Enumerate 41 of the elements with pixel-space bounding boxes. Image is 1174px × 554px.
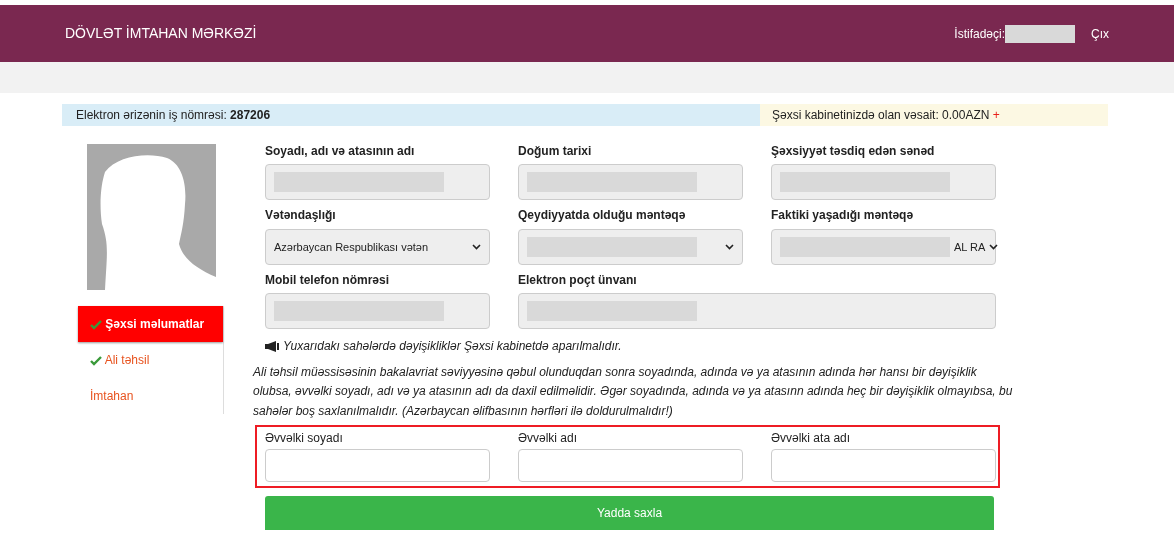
field-label: Soyadı, adı və atasının adı <box>265 144 416 159</box>
balance-text: Şəxsi kabinetinizdə olan vəsait: 0.00AZN <box>772 108 990 122</box>
select-field[interactable] <box>518 228 743 265</box>
sidebar-item[interactable]: Ali təhsil <box>78 342 223 378</box>
check-icon <box>90 355 102 366</box>
save-button[interactable]: Yadda saxla <box>265 496 994 531</box>
user-label: İstifadəçi: <box>954 25 1005 43</box>
input-field[interactable] <box>518 449 743 483</box>
check-icon <box>90 319 102 330</box>
field-label: Qeydiyyatda olduğu məntəqə <box>518 208 687 223</box>
instructions-text: Ali təhsil müəssisəsinin bakalavriat səviyyəsinə qəbul olunduqdan sonra soyadında, adında və ya atasının adında hər hansı bir dəyişiklik olubsa, əvvəlki soyadı, adı və ya atasının adı da daxil edilməlidir. Əgər soyadında, adında və ya atasınn adında heç bir dəyişiklik olmayıbsa, bu sahələr boş saxlanılmalıdır. (Azərbaycan əlifbasının hərfləri ilə doldurulmalıdır!) <box>253 364 1013 420</box>
application-number: 287206 <box>230 108 271 122</box>
field-label: Şəxsiyyət təsdiq edən sənəd <box>771 144 936 159</box>
sidebar-item[interactable]: İmtahan <box>78 378 223 414</box>
input-field[interactable] <box>518 164 743 201</box>
logout-link[interactable]: Çıx <box>1091 24 1109 43</box>
megaphone-icon <box>265 340 279 352</box>
field-label: Mobil telefon nömrəsi <box>265 272 390 288</box>
caret-icon <box>472 243 481 250</box>
select-field[interactable]: AL RA <box>771 228 996 265</box>
application-number-label: Elektron ərizənin iş nömrəsi: <box>76 108 227 122</box>
input-field[interactable] <box>518 293 996 330</box>
caret-icon <box>989 243 999 250</box>
site-title: DÖVLƏT İMTAHAN MƏRKƏZİ <box>65 24 257 43</box>
caret-icon <box>725 243 734 250</box>
input-field[interactable] <box>771 164 996 201</box>
sidebar-item[interactable]: Şəxsi məlumatlar <box>78 306 223 342</box>
notice-text: Yuxarıdakı sahələrdə dəyişikliklər Şəxsi kabinetdə aparılmalıdır. <box>283 338 622 356</box>
field-label: Əvvəlki ata adı <box>771 430 852 446</box>
select-field[interactable]: Azərbaycan Respublikası vətən <box>265 228 490 265</box>
input-field[interactable] <box>771 449 996 483</box>
input-field[interactable] <box>265 293 490 330</box>
field-label: Vətəndaşlığı <box>265 208 337 223</box>
field-label: Elektron poçt ünvanı <box>518 272 638 288</box>
field-label: Faktiki yaşadığı məntəqə <box>771 208 915 223</box>
field-label: Doğum tarixi <box>518 144 593 159</box>
input-field[interactable] <box>265 164 490 201</box>
field-label: Əvvəlki adı <box>518 430 579 446</box>
input-field[interactable] <box>265 449 490 483</box>
add-funds-link[interactable]: + <box>992 108 1000 122</box>
field-label: Əvvəlki soyadı <box>265 430 344 446</box>
